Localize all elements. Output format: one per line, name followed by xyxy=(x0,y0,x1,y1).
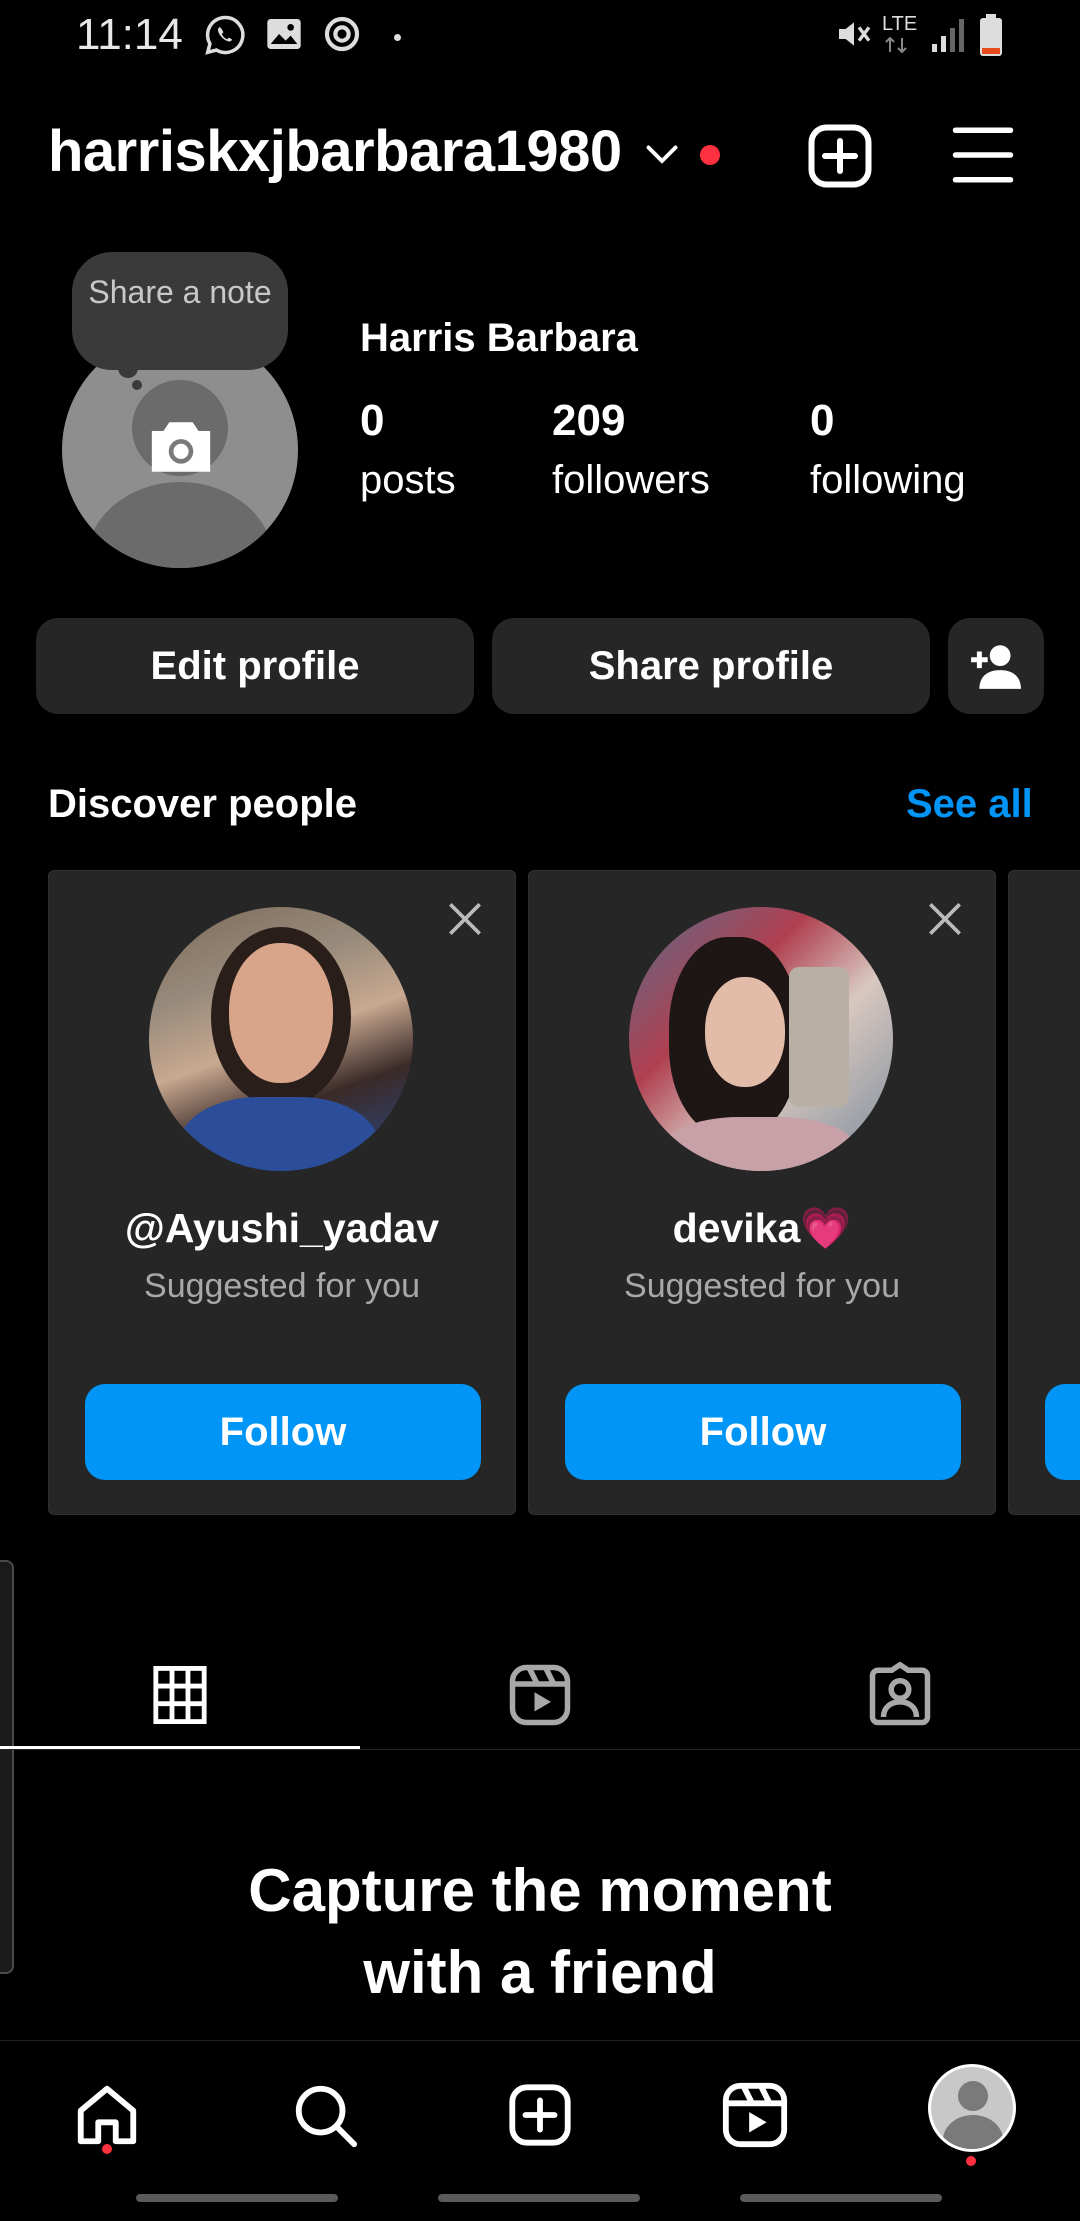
reels-icon xyxy=(509,1664,571,1726)
followers-label[interactable]: followers xyxy=(552,458,710,503)
grid-icon xyxy=(153,1666,207,1724)
edit-profile-label: Edit profile xyxy=(150,643,360,688)
suggested-username[interactable]: devika💗 xyxy=(529,1205,995,1253)
home-notification-dot xyxy=(102,2144,112,2154)
data-arrows-icon xyxy=(885,36,907,54)
following-count[interactable]: 0 xyxy=(810,396,834,446)
empty-state-line-1: Capture the moment xyxy=(248,1857,832,1924)
share-profile-label: Share profile xyxy=(588,643,834,688)
suggested-subtitle: Suggested for you xyxy=(624,1267,900,1305)
follow-button-partial[interactable] xyxy=(1045,1384,1080,1480)
share-profile-button[interactable]: Share profile xyxy=(492,618,930,714)
follow-label: Follow xyxy=(699,1409,827,1454)
gesture-recent[interactable] xyxy=(136,2194,338,2202)
status-time: 11:14 xyxy=(76,10,183,59)
notification-dot xyxy=(700,145,720,165)
nav-search[interactable] xyxy=(280,2070,370,2160)
note-bubble-tail xyxy=(118,358,138,378)
tagged-icon xyxy=(869,1662,931,1726)
home-icon xyxy=(77,2085,137,2145)
plus-square-icon[interactable] xyxy=(804,120,876,192)
battery-icon xyxy=(980,14,1002,56)
search-icon xyxy=(295,2085,358,2148)
close-icon[interactable] xyxy=(923,897,967,941)
suggested-user-photo[interactable] xyxy=(629,907,893,1171)
see-all-link[interactable]: See all xyxy=(906,782,1033,827)
camera-icon xyxy=(151,422,211,472)
suggestion-card-partial xyxy=(1008,870,1080,1515)
posts-label: posts xyxy=(360,458,456,502)
empty-state-title: Capture the moment with a friend xyxy=(0,1850,1080,2014)
suggested-user-photo[interactable] xyxy=(149,907,413,1171)
follow-label: Follow xyxy=(219,1409,347,1454)
menu-icon[interactable] xyxy=(950,124,1016,186)
signal-icon xyxy=(932,19,964,52)
nav-reels[interactable] xyxy=(710,2070,800,2160)
reels-nav-icon xyxy=(722,2082,788,2148)
add-person-icon xyxy=(971,645,1021,689)
gesture-back[interactable] xyxy=(740,2194,942,2202)
edit-profile-button[interactable]: Edit profile xyxy=(36,618,474,714)
chevron-down-icon[interactable] xyxy=(644,140,680,170)
suggested-username[interactable]: @Ayushi_yadav xyxy=(49,1205,515,1252)
discover-people-title: Discover people xyxy=(48,782,358,826)
discover-people-toggle[interactable] xyxy=(948,618,1044,714)
follow-button[interactable]: Follow xyxy=(565,1384,961,1480)
note-bubble-tail-small xyxy=(132,380,142,390)
network-type: LTE xyxy=(882,13,918,35)
nav-profile[interactable] xyxy=(926,2062,1018,2154)
whatsapp-icon xyxy=(205,15,245,55)
username-switcher[interactable]: harriskxjbarbara1980 xyxy=(48,118,622,185)
more-notifications-dot xyxy=(394,34,401,41)
following-label[interactable]: following xyxy=(810,458,966,503)
tab-divider xyxy=(0,1749,1080,1750)
posts-count: 0 xyxy=(360,396,385,445)
profile-icon xyxy=(928,2064,1016,2152)
suggestion-card: @Ayushi_yadav Suggested for you Follow xyxy=(48,870,516,1515)
follow-button[interactable]: Follow xyxy=(85,1384,481,1480)
followers-count[interactable]: 209 xyxy=(552,396,625,446)
display-name: Harris Barbara xyxy=(360,316,638,360)
profile-notification-dot xyxy=(966,2156,976,2166)
suggestion-card: devika💗 Suggested for you Follow xyxy=(528,870,996,1515)
tab-reels[interactable] xyxy=(360,1640,720,1750)
gallery-icon xyxy=(267,19,301,49)
mute-icon xyxy=(839,22,871,46)
nav-create[interactable] xyxy=(495,2070,585,2160)
suggested-subtitle: Suggested for you xyxy=(144,1267,420,1305)
tab-posts-grid[interactable] xyxy=(0,1640,360,1750)
create-icon xyxy=(509,2084,571,2146)
close-icon[interactable] xyxy=(443,897,487,941)
note-text: Share a note xyxy=(88,274,272,310)
sync-icon xyxy=(324,16,360,52)
share-note-bubble[interactable]: Share a note xyxy=(72,252,288,370)
empty-state-line-2: with a friend xyxy=(363,1939,717,2006)
tab-tagged[interactable] xyxy=(720,1640,1080,1750)
gesture-home[interactable] xyxy=(438,2194,640,2202)
